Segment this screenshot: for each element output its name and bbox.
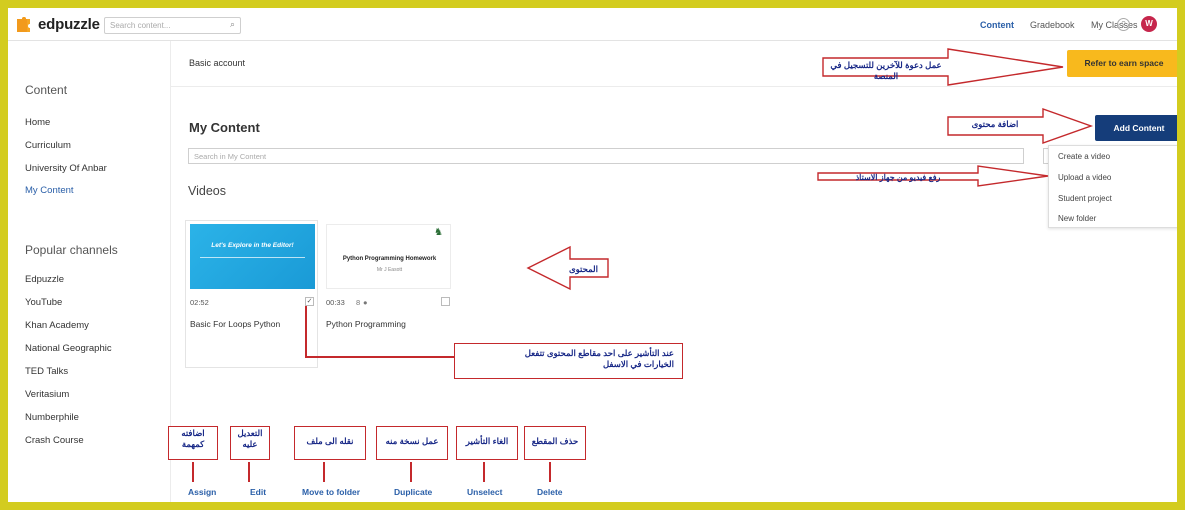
video-title[interactable]: Python Programming: [326, 319, 406, 329]
menu-new-folder[interactable]: New folder: [1058, 214, 1096, 223]
question-count: 8: [356, 298, 361, 307]
annotation-content: المحتوى: [569, 264, 598, 274]
avatar[interactable]: W: [1141, 16, 1157, 32]
app-window: edpuzzle Search content... ⌕ Content Gra…: [8, 8, 1177, 502]
nav-content[interactable]: Content: [980, 20, 1014, 30]
video-duration: 00:33: [326, 298, 345, 307]
annotation-move: نقله الى ملف: [294, 426, 366, 460]
annotation-select: عند التأشير على احد مقاطع المحتوى تتفعل …: [454, 343, 683, 379]
nav-my-classes[interactable]: My Classes: [1091, 20, 1138, 30]
annotation-edit: التعديل عليه: [230, 426, 270, 460]
edpuzzle-logo[interactable]: edpuzzle: [14, 14, 100, 34]
sidebar-item-university[interactable]: University Of Anbar: [25, 163, 107, 174]
video-title[interactable]: Basic For Loops Python: [190, 319, 280, 329]
search-placeholder: Search content...: [110, 21, 171, 30]
thumbnail-line: [200, 257, 305, 258]
content-search-input[interactable]: Search in My Content: [188, 148, 1024, 164]
videos-heading: Videos: [188, 184, 226, 198]
video-thumbnail[interactable]: Let's Explore in the Editor!: [190, 224, 315, 289]
thumbnail-title: Python Programming Homework: [342, 256, 437, 262]
menu-student-project[interactable]: Student project: [1058, 194, 1112, 203]
thumbnail-subtitle: Mr J Easott: [376, 267, 403, 273]
video-checkbox-checked[interactable]: ✓: [305, 297, 314, 306]
video-thumbnail[interactable]: ♞ Python Programming Homework Mr J Easot…: [326, 224, 451, 289]
annotation-refer: عمل دعوة للآخرين للتسجيل في المنصة: [830, 60, 942, 81]
annotation-select-line1: عند التأشير على احد مقاطع المحتوى تتفعل: [524, 348, 674, 358]
page-title: My Content: [189, 120, 260, 135]
help-icon[interactable]: ?: [1117, 18, 1130, 31]
annotation-assign: اضافته كمهمة: [168, 426, 218, 460]
account-banner: Basic account Refer to earn space: [171, 41, 1177, 87]
add-content-menu: Create a video Upload a video Student pr…: [1048, 145, 1177, 228]
unselect-button[interactable]: Unselect: [467, 487, 502, 497]
search-input[interactable]: Search content... ⌕: [104, 17, 241, 34]
refer-button[interactable]: Refer to earn space: [1067, 50, 1177, 77]
sidebar-item-my-content[interactable]: My Content: [25, 185, 74, 196]
sidebar-heading-content: Content: [25, 83, 68, 97]
top-bar: edpuzzle Search content... ⌕ Content Gra…: [8, 8, 1177, 41]
menu-create-video[interactable]: Create a video: [1058, 152, 1110, 161]
channel-veritasium[interactable]: Veritasium: [25, 389, 69, 400]
annotation-add: اضافة محتوى: [971, 119, 1019, 129]
channel-national-geographic[interactable]: National Geographic: [25, 343, 112, 354]
video-card[interactable]: Let's Explore in the Editor! 02:52 ✓ Bas…: [185, 220, 318, 368]
school-logo-icon: ♞: [434, 227, 443, 238]
channel-edpuzzle[interactable]: Edpuzzle: [25, 274, 64, 285]
nav-gradebook[interactable]: Gradebook: [1030, 20, 1075, 30]
channel-ted-talks[interactable]: TED Talks: [25, 366, 68, 377]
channel-crash-course[interactable]: Crash Course: [25, 435, 84, 446]
channel-numberphile[interactable]: Numberphile: [25, 412, 79, 423]
puzzle-icon: [17, 17, 30, 32]
thumbnail-text: Let's Explore in the Editor!: [211, 242, 294, 249]
content-search-placeholder: Search in My Content: [194, 152, 267, 161]
channel-youtube[interactable]: YouTube: [25, 297, 62, 308]
menu-upload-video[interactable]: Upload a video: [1058, 173, 1111, 182]
sidebar: Content Home Curriculum University Of An…: [8, 41, 171, 502]
delete-button[interactable]: Delete: [537, 487, 563, 497]
edit-button[interactable]: Edit: [250, 487, 266, 497]
sidebar-heading-channels: Popular channels: [25, 243, 118, 257]
add-content-button[interactable]: Add Content: [1095, 115, 1177, 141]
duplicate-button[interactable]: Duplicate: [394, 487, 432, 497]
move-to-folder-button[interactable]: Move to folder: [302, 487, 360, 497]
video-card[interactable]: ♞ Python Programming Homework Mr J Easot…: [321, 220, 454, 368]
annotation-delete: حذف المقطع: [524, 426, 586, 460]
video-checkbox[interactable]: [441, 297, 450, 306]
pin-icon: ●: [363, 298, 368, 307]
annotation-select-line2: الخيارات في الاسفل: [602, 359, 674, 369]
annotation-unselect: الغاء التأشير: [456, 426, 518, 460]
sidebar-item-curriculum[interactable]: Curriculum: [25, 140, 71, 151]
account-type: Basic account: [189, 58, 246, 68]
channel-khan-academy[interactable]: Khan Academy: [25, 320, 89, 331]
annotation-upload: رفع فيديو من جهاز الاستاذ: [855, 173, 941, 182]
search-icon[interactable]: ⌕: [230, 19, 235, 30]
logo-text: edpuzzle: [38, 15, 100, 33]
annotation-duplicate: عمل نسخة منه: [376, 426, 448, 460]
sidebar-item-home[interactable]: Home: [25, 117, 50, 128]
video-duration: 02:52: [190, 298, 209, 307]
assign-button[interactable]: Assign: [188, 487, 216, 497]
